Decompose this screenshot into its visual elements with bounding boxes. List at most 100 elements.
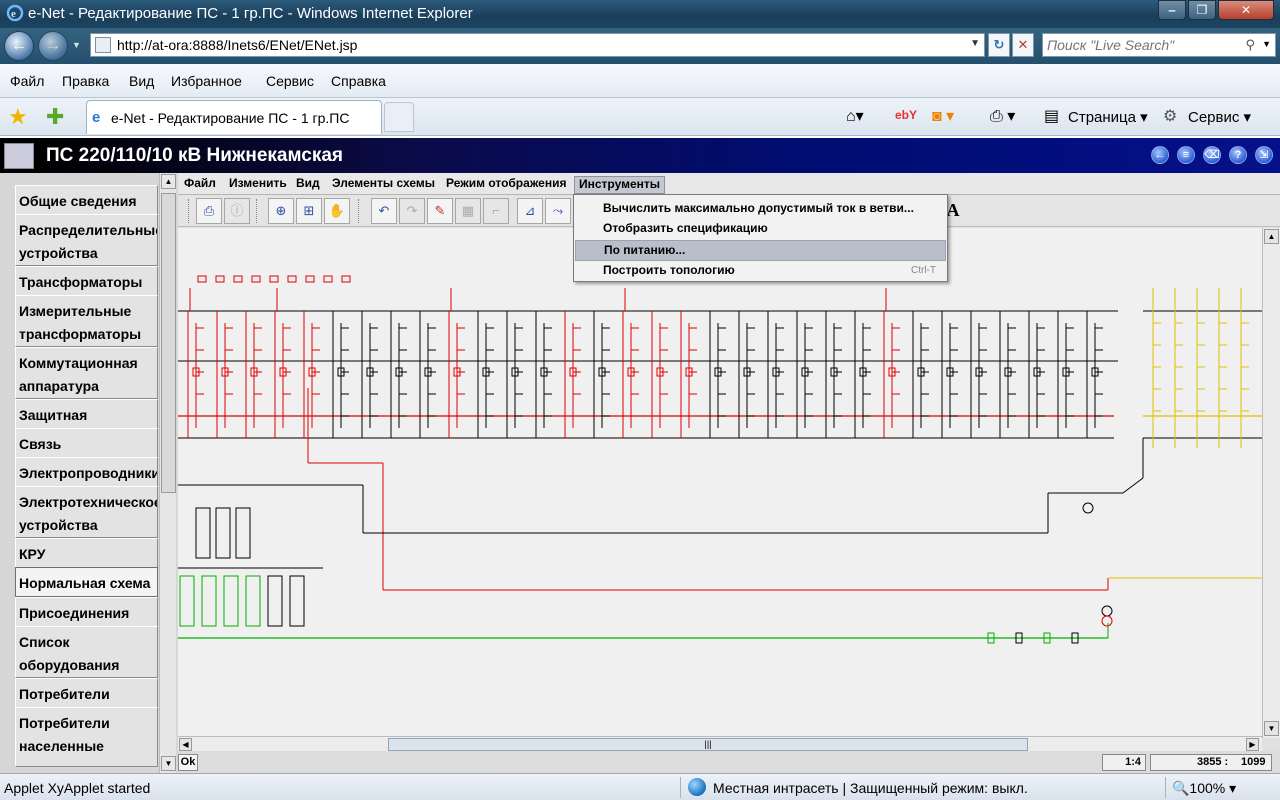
menu-edit[interactable]: Правка <box>62 73 109 89</box>
minimize-button[interactable]: ‒ <box>1158 0 1186 20</box>
search-dropdown-icon[interactable]: ▼ <box>1262 39 1271 49</box>
search-icon[interactable]: ⚲ <box>1245 37 1255 53</box>
refresh-button[interactable]: ↻ <box>988 33 1010 57</box>
scheme-element <box>215 507 231 559</box>
address-toolbar: ← → ▼ http://at-ora:8888/Inets6/ENet/ENe… <box>0 28 1280 64</box>
canvas-vertical-scrollbar[interactable]: ▲ ▼ <box>1262 228 1280 738</box>
zoom-level[interactable]: 🔍100% ▾ <box>1172 780 1236 797</box>
app-menu-display-mode[interactable]: Режим отображения <box>442 176 570 194</box>
close-button[interactable]: ✕ <box>1218 0 1274 20</box>
sidebar-item-conductors[interactable]: Электропроводники <box>15 457 158 487</box>
ebay-icon[interactable]: ebY <box>895 108 917 122</box>
status-text: Applet XyApplet started <box>4 780 151 796</box>
rss-icon[interactable]: ◙ ▾ <box>932 106 954 126</box>
security-zone[interactable]: Местная интрасеть | Защищенный режим: вы… <box>713 780 1028 796</box>
scheme-canvas[interactable] <box>178 228 1262 738</box>
search-box[interactable]: ⚲ ▼ <box>1042 33 1276 57</box>
print-icon[interactable]: ⎙ ▾ <box>990 106 1015 126</box>
info-icon[interactable]: ⓘ <box>224 198 250 224</box>
sidebar-item-communication[interactable]: Связь <box>15 428 158 458</box>
page-menu[interactable]: Страница ▾ <box>1068 108 1148 126</box>
toolbar-separator <box>358 199 361 223</box>
sidebar-item-kru[interactable]: КРУ <box>15 538 158 568</box>
sidebar-item-protection[interactable]: Защитная аппаратура <box>15 399 158 429</box>
sidebar-item-consumers[interactable]: Потребители <box>15 678 158 708</box>
menu-item-show-spec[interactable]: Отобразить спецификацию <box>575 219 946 240</box>
zoom-icon[interactable]: ⊕ <box>268 198 294 224</box>
scroll-right-icon[interactable]: ▶ <box>1246 738 1259 751</box>
eraser-circle-icon[interactable]: ⌫ <box>1203 146 1221 164</box>
sidebar-item-measuring-transformers[interactable]: Измерительные трансформаторы <box>15 295 158 347</box>
properties-icon[interactable]: ▦ <box>455 198 481 224</box>
tab-enet[interactable]: e e-Net - Редактирование ПС - 1 гр.ПС <box>86 100 382 134</box>
menu-help[interactable]: Справка <box>331 73 386 89</box>
scroll-up-icon[interactable]: ▲ <box>1264 229 1279 244</box>
maximize-button[interactable]: ❐ <box>1188 0 1216 20</box>
menu-item-build-topology[interactable]: Построить топологию Ctrl-T <box>575 261 946 282</box>
back-button[interactable]: ← <box>4 31 34 61</box>
globe-icon <box>688 778 706 796</box>
page-menu-icon[interactable]: ▤ <box>1044 106 1059 126</box>
app-menu-edit[interactable]: Изменить <box>225 176 291 194</box>
edit-element-icon[interactable]: ✎ <box>427 198 453 224</box>
help-circle-icon[interactable]: ? <box>1229 146 1247 164</box>
list-circle-icon[interactable]: ≡ <box>1177 146 1195 164</box>
add-favorite-icon[interactable]: ✚ <box>46 104 64 130</box>
service-menu[interactable]: Сервис ▾ <box>1188 108 1251 126</box>
print-icon[interactable]: ⎙ <box>196 198 222 224</box>
pan-hand-icon[interactable]: ✋ <box>324 198 350 224</box>
sidebar-scroll-thumb[interactable] <box>161 193 176 493</box>
favorites-star-icon[interactable]: ★ <box>8 104 28 130</box>
forward-button[interactable]: → <box>38 31 68 61</box>
sidebar-item-transformers[interactable]: Трансформаторы <box>15 266 158 296</box>
home-icon[interactable]: ⌂▾ <box>846 106 864 126</box>
sidebar-item-connections[interactable]: Присоединения <box>15 597 158 627</box>
menu-item-label: По питанию... <box>604 243 686 257</box>
menu-item-label: Отобразить спецификацию <box>603 221 768 235</box>
app-menu-tools[interactable]: Инструменты <box>574 176 666 194</box>
sidebar-scrollbar[interactable]: ▲ ▼ <box>159 173 176 773</box>
new-tab-button[interactable] <box>384 102 414 132</box>
app-menu-view[interactable]: Вид <box>292 176 324 194</box>
scroll-down-icon[interactable]: ▼ <box>161 756 176 771</box>
horizontal-scroll-thumb[interactable]: ||| <box>388 738 1028 751</box>
connector-icon[interactable]: ⤳ <box>545 198 571 224</box>
canvas-horizontal-scrollbar[interactable]: ◀ ||| ▶ <box>178 736 1262 751</box>
search-input[interactable] <box>1043 34 1243 56</box>
undo-icon[interactable]: ↶ <box>371 198 397 224</box>
app-menu-file[interactable]: Файл <box>180 176 220 194</box>
app-menubar: Файл Изменить Вид Элементы схемы Режим о… <box>178 173 1280 195</box>
polyline-icon[interactable]: ⊿ <box>517 198 543 224</box>
sidebar-item-general[interactable]: Общие сведения <box>15 185 158 215</box>
history-dropdown-icon[interactable]: ▼ <box>72 40 81 50</box>
scheme-element <box>235 507 251 559</box>
menu-view[interactable]: Вид <box>129 73 154 89</box>
address-dropdown-icon[interactable]: ▼ <box>970 38 980 49</box>
sidebar-item-consumers-settlements[interactable]: Потребители населенные пункты <box>15 707 158 767</box>
app-title: ПС 220/110/10 кВ Нижнекамская <box>46 145 344 166</box>
stop-button[interactable]: ✕ <box>1012 33 1034 57</box>
scroll-up-icon[interactable]: ▲ <box>161 174 176 189</box>
back-circle-icon[interactable]: ← <box>1151 146 1169 164</box>
scroll-down-icon[interactable]: ▼ <box>1264 721 1279 736</box>
address-url[interactable]: http://at-ora:8888/Inets6/ENet/ENet.jsp <box>117 37 357 53</box>
address-field[interactable]: http://at-ora:8888/Inets6/ENet/ENet.jsp … <box>90 33 985 57</box>
exit-circle-icon[interactable]: ⇲ <box>1255 146 1273 164</box>
line-tool-icon[interactable]: ⌐ <box>483 198 509 224</box>
sidebar-item-equipment-list[interactable]: Список оборудования <box>15 626 158 678</box>
menu-favorites[interactable]: Избранное <box>171 73 242 89</box>
sidebar-item-switchgear[interactable]: Распределительные устройства <box>15 214 158 266</box>
menu-file[interactable]: Файл <box>10 73 44 89</box>
sidebar-item-electrical-devices[interactable]: Электротехническое устройства <box>15 486 158 538</box>
electrical-scheme[interactable] <box>178 228 1262 738</box>
menu-tools[interactable]: Сервис <box>266 73 314 89</box>
fit-icon[interactable]: ⊞ <box>296 198 322 224</box>
scroll-left-icon[interactable]: ◀ <box>179 738 192 751</box>
gear-icon[interactable]: ⚙ <box>1163 106 1177 126</box>
menu-item-by-supply[interactable]: По питанию... <box>575 240 946 261</box>
redo-icon[interactable]: ↷ <box>399 198 425 224</box>
sidebar-item-switching-equipment[interactable]: Коммутационная аппаратура <box>15 347 158 399</box>
sidebar-item-normal-scheme[interactable]: Нормальная схема <box>15 567 158 597</box>
app-menu-scheme-elements[interactable]: Элементы схемы <box>328 176 439 194</box>
menu-item-calc-max-current[interactable]: Вычислить максимально допустимый ток в в… <box>575 199 946 220</box>
